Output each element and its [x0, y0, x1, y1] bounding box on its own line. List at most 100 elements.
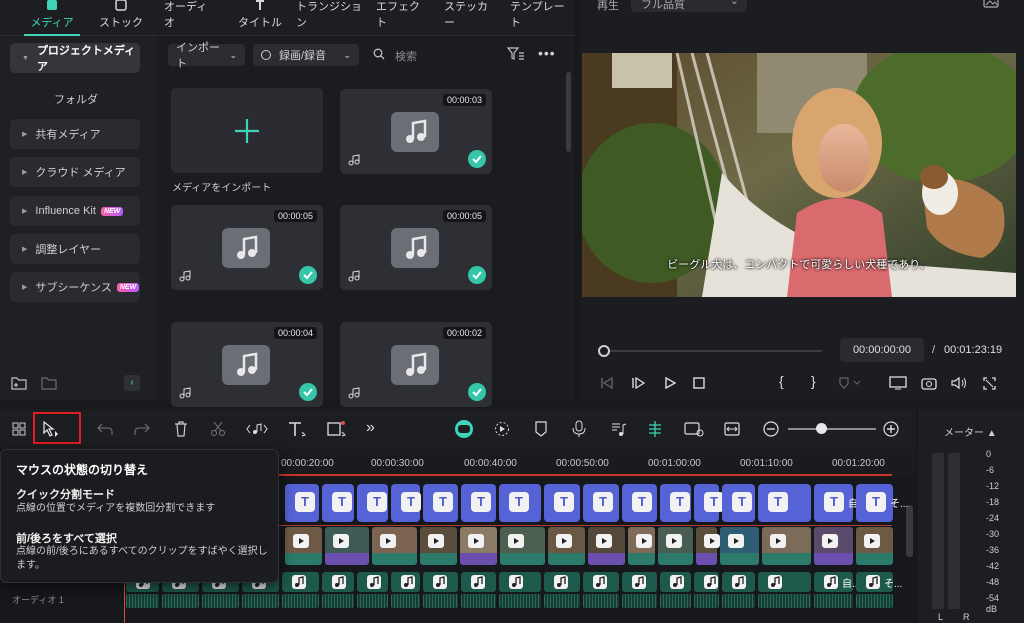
sidebar-item-influence-kit[interactable]: ▶ Influence Kit NEW — [10, 196, 140, 226]
video-clip[interactable] — [325, 527, 369, 565]
video-clip[interactable] — [460, 527, 497, 565]
auto-reframe-icon[interactable] — [684, 421, 704, 437]
next-frame-icon[interactable] — [631, 377, 645, 389]
sidebar-item-cloud-media[interactable]: ▶ クラウド メディア — [10, 157, 140, 187]
audio-clip[interactable] — [544, 572, 580, 592]
video-clip[interactable] — [588, 527, 625, 565]
media-item[interactable]: 00:00:02 — [340, 322, 492, 407]
mark-in-icon[interactable]: { — [779, 373, 784, 389]
video-clip[interactable] — [856, 527, 893, 565]
tab-title[interactable]: タイトル — [237, 0, 283, 36]
title-clip[interactable]: T — [285, 484, 319, 522]
tab-stock[interactable]: ストック — [98, 0, 144, 36]
mouse-mode-toggle-button[interactable] — [33, 412, 81, 444]
zoom-out-icon[interactable] — [763, 421, 779, 437]
title-clip[interactable]: T — [322, 484, 354, 522]
video-clip[interactable] — [658, 527, 693, 565]
microphone-icon[interactable] — [572, 420, 586, 438]
collapse-panel-icon[interactable]: ‹ — [124, 375, 140, 391]
music-list-icon[interactable] — [611, 421, 627, 437]
sidebar-item-adjustment-layer[interactable]: ▶ 調整レイヤー — [10, 234, 140, 264]
title-clip[interactable]: T — [758, 484, 811, 522]
meter-title[interactable]: メーター ▲ — [944, 424, 997, 439]
undo-icon[interactable] — [97, 422, 113, 436]
marker-dropdown-icon[interactable] — [838, 377, 862, 389]
crop-tool-icon[interactable] — [327, 421, 347, 437]
audio-clip[interactable] — [461, 572, 496, 592]
audio-clip[interactable] — [322, 572, 354, 592]
sidebar-item-project-media[interactable]: ▼ プロジェクトメディア — [10, 43, 140, 73]
video-clip[interactable] — [285, 527, 322, 565]
split-scissors-icon[interactable] — [210, 421, 226, 437]
title-clip[interactable]: T — [660, 484, 691, 522]
import-dropdown[interactable]: インポート ⌄ — [168, 42, 245, 70]
media-item[interactable]: 00:00:05 — [340, 205, 492, 290]
current-time-field[interactable]: 00:00:00:00 — [840, 338, 924, 362]
video-preview[interactable]: ビーグル犬は、コンパクトで可愛らしい犬種であり、 — [582, 53, 1016, 297]
text-tool-icon[interactable] — [288, 421, 308, 437]
ai-assistant-icon[interactable] — [455, 420, 473, 438]
display-settings-icon[interactable] — [889, 376, 907, 390]
video-clip[interactable] — [548, 527, 585, 565]
title-clip[interactable]: T — [423, 484, 458, 522]
more-options-icon[interactable]: ••• — [538, 45, 556, 61]
title-clip[interactable]: T — [583, 484, 619, 522]
audio-clip[interactable] — [758, 572, 811, 592]
volume-icon[interactable] — [951, 376, 967, 390]
title-clip[interactable]: T — [694, 484, 724, 522]
media-item[interactable]: 00:00:04 — [171, 322, 323, 407]
video-clip[interactable] — [762, 527, 811, 565]
import-media-tile[interactable] — [171, 88, 323, 173]
audio-clip[interactable] — [722, 572, 755, 592]
delete-icon[interactable] — [174, 421, 188, 437]
filter-icon[interactable] — [507, 47, 525, 61]
previous-frame-icon[interactable] — [600, 377, 614, 389]
quality-dropdown[interactable]: フル品質 ⌄ — [631, 0, 747, 12]
folder-icon[interactable] — [41, 376, 57, 390]
audio-clip[interactable] — [357, 572, 388, 592]
layout-grid-icon[interactable] — [12, 422, 26, 436]
play-icon[interactable] — [664, 377, 676, 389]
video-clip[interactable] — [372, 527, 417, 565]
playhead-handle[interactable] — [598, 345, 610, 357]
video-clip[interactable] — [420, 527, 457, 565]
title-clip[interactable]: T そ... — [856, 484, 908, 522]
magnet-snap-icon[interactable] — [646, 420, 664, 438]
video-clip[interactable] — [500, 527, 545, 565]
title-clip[interactable]: T — [622, 484, 657, 522]
audio-clip[interactable] — [423, 572, 458, 592]
tab-sticker[interactable]: ステッカー — [444, 0, 494, 36]
title-clip[interactable]: T — [544, 484, 580, 522]
media-scrollbar[interactable] — [566, 72, 571, 152]
title-clip[interactable]: T — [357, 484, 388, 522]
title-clip[interactable]: T — [461, 484, 496, 522]
more-tools-icon[interactable]: » — [366, 419, 375, 437]
audio-stretch-icon[interactable] — [246, 422, 268, 436]
tab-effect[interactable]: エフェクト — [376, 0, 424, 36]
audio-clip[interactable] — [583, 572, 619, 592]
audio-clip[interactable] — [694, 572, 719, 592]
marker-icon[interactable] — [534, 421, 548, 437]
video-clip[interactable] — [720, 527, 759, 565]
speed-ramp-icon[interactable] — [494, 421, 510, 437]
camera-icon[interactable] — [921, 376, 937, 390]
audio-clip[interactable]: そ... — [856, 572, 902, 592]
redo-icon[interactable] — [134, 422, 150, 436]
fullscreen-icon[interactable] — [983, 377, 996, 390]
zoom-in-icon[interactable] — [883, 421, 899, 437]
audio-clip[interactable]: 自... — [814, 572, 860, 592]
sidebar-item-subsequence[interactable]: ▶ サブシーケンス NEW — [10, 272, 140, 302]
title-clip[interactable]: T — [391, 484, 421, 522]
media-item[interactable]: 00:00:05 — [171, 205, 323, 290]
audio-clip[interactable] — [622, 572, 657, 592]
tab-media[interactable]: メディア — [24, 0, 80, 36]
tab-transition[interactable]: トランジション — [296, 0, 366, 36]
new-folder-icon[interactable] — [11, 376, 27, 390]
video-clip[interactable] — [696, 527, 720, 565]
timeline-scrollbar[interactable] — [906, 505, 913, 557]
audio-clip[interactable] — [282, 572, 319, 592]
audio-clip[interactable] — [660, 572, 691, 592]
record-dropdown[interactable]: 録画/録音 ⌄ — [253, 44, 359, 66]
stop-icon[interactable] — [693, 377, 705, 389]
audio-clip[interactable] — [499, 572, 541, 592]
